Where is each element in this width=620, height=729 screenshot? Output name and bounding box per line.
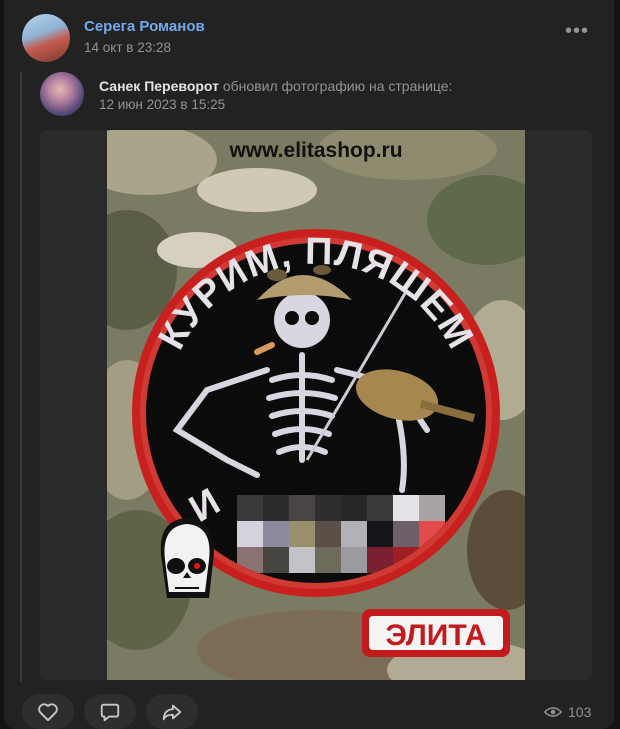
views-counter: 103 bbox=[544, 704, 591, 720]
share-button[interactable] bbox=[146, 694, 198, 729]
repost-header: Санек Переворот обновил фотографию на ст… bbox=[99, 78, 452, 94]
brand-logo-text: ЭЛИТА bbox=[386, 619, 487, 652]
repost-indicator-line bbox=[20, 72, 22, 682]
eye-icon bbox=[544, 707, 562, 717]
share-icon bbox=[162, 704, 182, 720]
watermark-text: www.elitashop.ru bbox=[228, 139, 402, 162]
brand-logo: ЭЛИТА bbox=[362, 609, 510, 657]
views-count: 103 bbox=[568, 704, 592, 720]
comment-icon bbox=[100, 703, 120, 721]
author-avatar[interactable] bbox=[22, 14, 70, 62]
post-photo[interactable]: www.elitashop.ru КУРИМ, ПЛЯШЕМ И ЭЛИТА bbox=[107, 130, 525, 680]
post-author-name[interactable]: Серега Романов bbox=[84, 18, 205, 35]
repost-author-avatar[interactable] bbox=[40, 72, 84, 116]
heart-icon bbox=[38, 702, 58, 721]
skull-sticker bbox=[160, 518, 214, 598]
post-date[interactable]: 14 окт в 23:28 bbox=[84, 40, 171, 55]
patch-photo-illustration: www.elitashop.ru КУРИМ, ПЛЯШЕМ И ЭЛИТА bbox=[107, 130, 525, 680]
repost-date[interactable]: 12 июн 2023 в 15:25 bbox=[99, 97, 225, 112]
comment-button[interactable] bbox=[84, 694, 136, 729]
like-button[interactable] bbox=[22, 694, 74, 729]
more-horizontal-icon[interactable]: ••• bbox=[565, 21, 589, 41]
repost-author-name[interactable]: Санек Переворот bbox=[99, 78, 219, 94]
repost-action-text: обновил фотографию на странице: bbox=[222, 78, 453, 94]
